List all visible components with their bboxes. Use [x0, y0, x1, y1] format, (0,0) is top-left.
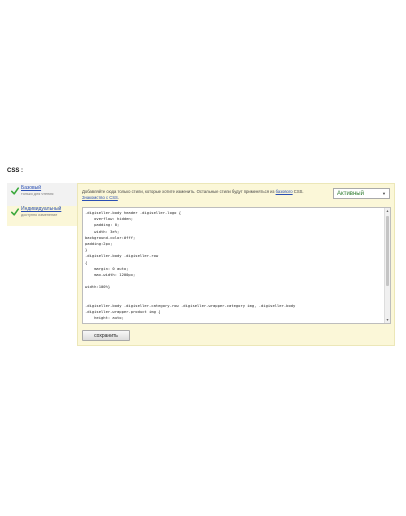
sidebar-item-individual[interactable]: Индивидуальный доступно изменение [7, 206, 77, 226]
css-section-label: CSS : [7, 168, 24, 174]
css-intro-link[interactable]: Знакомство с CSS [82, 195, 118, 200]
save-button[interactable]: сохранить [82, 330, 130, 341]
hint-text: . [117, 195, 119, 200]
sidebar-item-subtitle: доступно изменение [21, 213, 58, 217]
scroll-thumb[interactable] [386, 216, 389, 286]
checkmark-icon [11, 208, 19, 216]
status-value: Активный [337, 190, 364, 197]
checkmark-icon [11, 187, 19, 195]
scroll-up-icon[interactable]: ▲ [385, 208, 390, 214]
status-select[interactable]: Активный ▼ [333, 188, 390, 199]
sidebar-item-text: Индивидуальный доступно изменение [21, 206, 61, 218]
css-code-editor[interactable]: .digiseller-body header .digiseller-logo… [82, 207, 391, 324]
css-type-sidebar: Базовый только для чтения Индивидуальный… [7, 183, 77, 226]
hint-text: CSS. [292, 189, 304, 194]
sidebar-item-base[interactable]: Базовый только для чтения [7, 185, 77, 205]
base-css-link[interactable]: базового [276, 189, 293, 194]
scroll-down-icon[interactable]: ▼ [385, 317, 390, 323]
css-code[interactable]: .digiseller-body header .digiseller-logo… [85, 210, 383, 323]
caret-down-icon: ▼ [382, 191, 386, 196]
sidebar-item-text: Базовый только для чтения [21, 185, 53, 197]
hint-text: Добавляйте сюда только стили, которые хо… [82, 189, 275, 194]
editor-hint: Добавляйте сюда только стили, которые хо… [82, 189, 322, 201]
editor-scrollbar[interactable]: ▲ ▼ [384, 208, 390, 323]
sidebar-item-subtitle: только для чтения [21, 192, 54, 196]
css-editor-panel: Добавляйте сюда только стили, которые хо… [77, 183, 395, 346]
